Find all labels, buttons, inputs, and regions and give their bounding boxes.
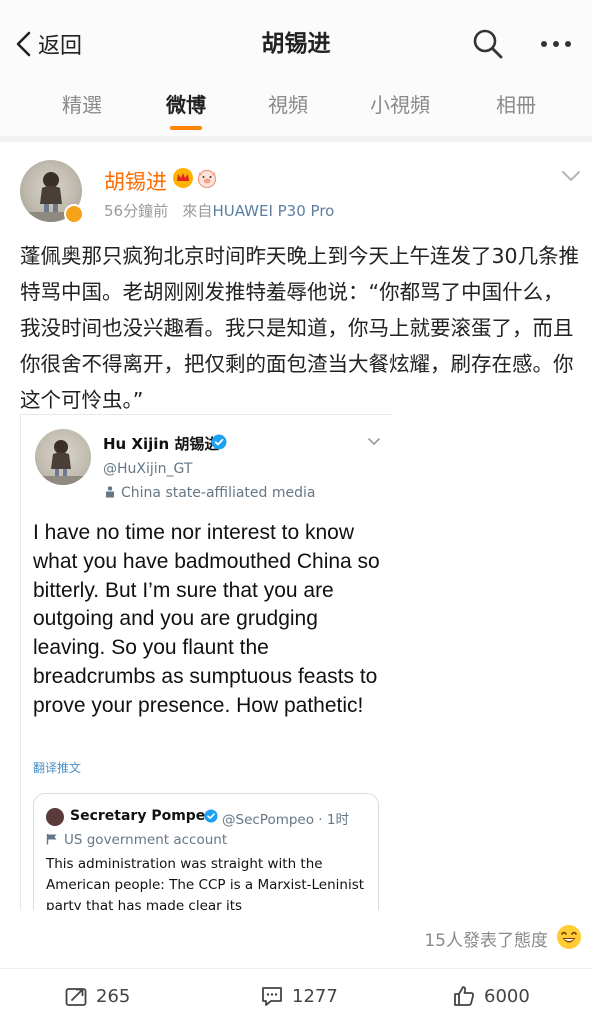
repost-icon [65,988,87,1006]
quoted-handle: @SecPompeo · 1时 [222,812,349,828]
repost-button[interactable]: 265 [64,981,130,1011]
translate-tweet-link[interactable]: 翻译推文 [33,759,81,776]
person-photo [35,440,91,485]
quoted-avatar [46,808,64,826]
quoted-author-name: Secretary Pompeo [70,808,215,824]
back-button[interactable]: 返回 [14,26,82,62]
quoted-account-label-text: US government account [64,832,228,848]
comment-icon [262,987,282,1006]
chevron-down-icon[interactable] [560,168,582,184]
author-name[interactable]: 胡锡进 [104,166,167,196]
tweet-media-label: China state-affiliated media [103,485,315,501]
repost-count: 265 [96,985,131,1007]
flag-icon [46,834,57,845]
tab-short-videos[interactable]: 小視頻 [350,88,450,132]
reactions-text: 15人發表了態度 [424,931,548,951]
more-button[interactable] [536,26,576,62]
chevron-left-icon [16,31,31,57]
post-header: 胡锡进 56分鐘前 來自HUAWEI P30 Pro [0,150,592,230]
tweet-screenshot[interactable]: Hu Xijin 胡锡进 @HuXijin_GT China state-aff… [20,414,392,910]
more-dots-icon [541,41,571,47]
verified-check-icon [211,434,227,450]
source-prefix: 來自 [182,202,213,220]
reactions-row[interactable]: 15人發表了態度 [0,924,592,952]
laughing-emoji-icon [557,925,581,949]
thumbs-up-icon [454,986,474,1006]
crown-icon [173,168,193,188]
quoted-tweet: Secretary Pompeo @SecPompeo · 1时 US gove… [33,793,379,910]
post-time: 56分鐘前 [104,202,169,220]
tweet-body: I have no time nor interest to know what… [33,521,380,717]
tweet-handle: @HuXijin_GT [103,461,193,477]
search-button[interactable] [470,26,506,62]
chevron-down-icon [368,438,380,446]
active-tab-indicator [170,126,202,130]
tweet-avatar [35,429,91,485]
top-bar: 返回 胡锡进 [0,0,592,88]
tweet-media-label-text: China state-affiliated media [121,485,316,501]
comment-count: 1277 [292,985,338,1007]
quoted-account-label: US government account [46,832,227,848]
action-bar: 265 1277 6000 [0,968,592,1024]
quoted-text: This administration was straight with th… [46,856,365,910]
tweet-author-name: Hu Xijin 胡锡进 [103,435,220,453]
tab-featured[interactable]: 精選 [32,88,132,132]
tab-videos[interactable]: 視頻 [238,88,338,132]
pig-icon [197,169,217,188]
like-count: 6000 [484,985,530,1007]
verified-badge-icon [64,204,84,224]
like-button[interactable]: 6000 [452,981,530,1011]
profile-tabs: 精選 微博 視頻 小視頻 相冊 [0,88,592,136]
post-text: 蓬佩奥那只疯狗北京时间昨天晚上到今天上午连发了30几条推特骂中国。老胡刚刚发推特… [20,244,580,412]
post-meta: 56分鐘前 來自HUAWEI P30 Pro [104,200,334,221]
post-source[interactable]: HUAWEI P30 Pro [212,202,334,220]
divider [0,136,592,142]
podium-icon [106,486,114,498]
search-icon [473,29,503,59]
tab-albums[interactable]: 相冊 [466,88,566,132]
comment-button[interactable]: 1277 [260,981,338,1011]
verified-check-icon [204,809,218,823]
back-label: 返回 [38,34,83,59]
